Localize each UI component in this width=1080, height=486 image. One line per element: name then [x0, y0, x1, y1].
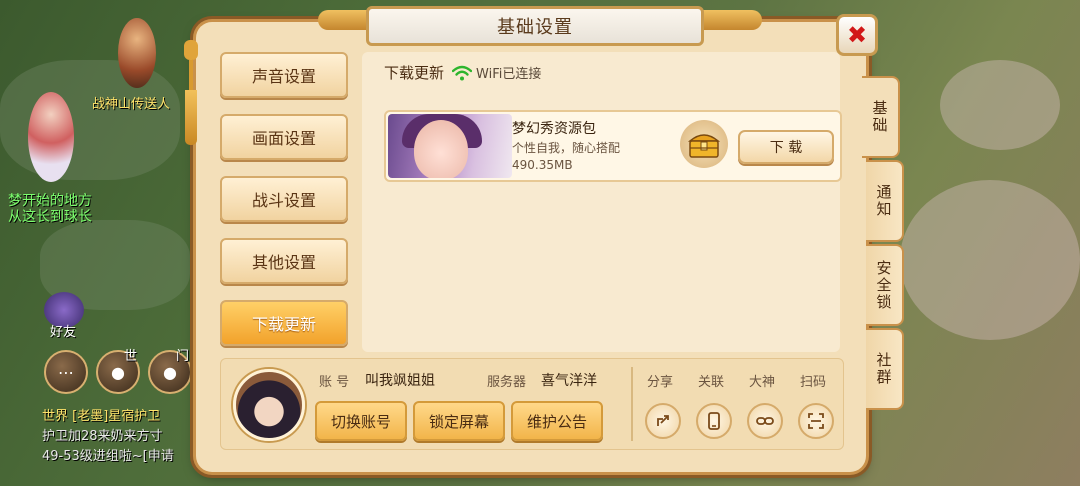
maintenance-notice-button[interactable]: 维护公告: [511, 401, 603, 441]
avatar[interactable]: [233, 369, 305, 441]
settings-panel: 声音设置 画面设置 战斗设置 其他设置 下载更新 下载更新 WiFi已连接 梦幻…: [196, 22, 866, 472]
chat-line-3: 49-53级进组啦~[申请: [42, 449, 174, 464]
tab-security-lock[interactable]: 安全锁: [866, 244, 904, 326]
world-voice-label: 世: [124, 349, 138, 364]
resource-name: 梦幻秀资源包: [512, 121, 596, 137]
switch-account-button[interactable]: 切换账号: [315, 401, 407, 441]
account-bar: 账 号 叫我飒姐姐 服务器 喜气洋洋 切换账号 锁定屏幕 维护公告 分享 关联 …: [220, 358, 844, 450]
tab-basic[interactable]: 基础: [862, 76, 900, 158]
player-character[interactable]: [28, 92, 74, 182]
nav-display-settings[interactable]: 画面设置: [220, 114, 348, 160]
server-label: 服务器: [487, 375, 527, 390]
background-blossom: [900, 180, 1080, 340]
tab-community[interactable]: 社群: [866, 328, 904, 410]
wifi-icon: [452, 65, 473, 80]
tassel-ornament: [184, 40, 198, 150]
chat-line-1: 世界 [老墨]星宿护卫: [42, 409, 161, 424]
treasure-chest-icon: [680, 120, 728, 168]
link-icon[interactable]: [747, 403, 783, 439]
page-title: 基础设置: [497, 17, 573, 38]
divider: [631, 367, 633, 441]
close-button[interactable]: ✖: [836, 14, 878, 56]
content-header: 下载更新 WiFi已连接: [384, 62, 541, 83]
download-content: 下载更新 WiFi已连接 梦幻秀资源包 个性自我，随心搭配 490.35MB 下…: [362, 52, 842, 352]
resource-size: 490.35MB: [512, 158, 573, 172]
friend-label[interactable]: 好友: [50, 321, 76, 340]
chat-line-2: 护卫加28来奶来方寸: [42, 429, 163, 444]
share-icon[interactable]: [645, 403, 681, 439]
map-text-2: 从这长到球长: [8, 209, 92, 225]
server-value: 喜气洋洋: [541, 373, 597, 389]
dashen-label: 大神: [749, 375, 776, 390]
background-blossom: [940, 60, 1060, 150]
lock-screen-button[interactable]: 锁定屏幕: [413, 401, 505, 441]
close-icon: ✖: [846, 21, 868, 49]
account-label: 账 号: [319, 375, 350, 390]
npc-name[interactable]: 战神山传送人: [92, 93, 170, 112]
share-label: 分享: [647, 375, 674, 390]
title-banner: 基础设置: [366, 6, 704, 46]
chat-icon[interactable]: ⋯: [44, 350, 88, 394]
resource-row: 梦幻秀资源包 个性自我，随心搭配 490.35MB 下 载: [384, 110, 842, 182]
download-button[interactable]: 下 载: [738, 130, 834, 164]
link-account-label: 关联: [698, 375, 725, 390]
nav-other-settings[interactable]: 其他设置: [220, 238, 348, 284]
settings-nav: 声音设置 画面设置 战斗设置 其他设置 下载更新: [212, 52, 352, 362]
nav-sound-settings[interactable]: 声音设置: [220, 52, 348, 98]
account-value: 叫我飒姐姐: [365, 373, 435, 389]
wifi-status: WiFi已连接: [476, 67, 542, 82]
door-voice-label: 门: [176, 349, 190, 364]
scan-label: 扫码: [800, 375, 827, 390]
resource-thumbnail: [388, 114, 512, 178]
content-heading: 下载更新: [384, 64, 445, 82]
nav-download-update[interactable]: 下载更新: [220, 300, 348, 346]
background-rock: [0, 60, 180, 180]
tab-notify[interactable]: 通知: [866, 160, 904, 242]
nav-battle-settings[interactable]: 战斗设置: [220, 176, 348, 222]
npc-figure[interactable]: [118, 18, 156, 88]
scan-icon[interactable]: [798, 403, 834, 439]
phone-icon[interactable]: [696, 403, 732, 439]
resource-description: 个性自我，随心搭配: [512, 141, 621, 155]
